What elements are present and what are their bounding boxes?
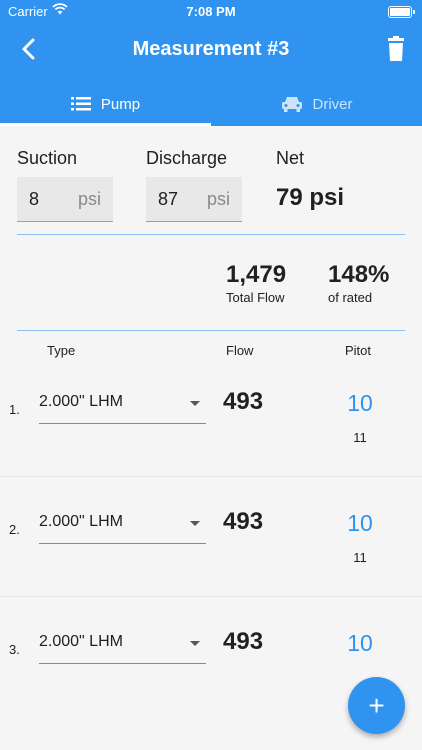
flow-value: 493 bbox=[223, 388, 264, 415]
tab-driver[interactable]: Driver bbox=[211, 82, 422, 126]
dropdown-arrow-icon bbox=[190, 641, 200, 646]
percent-rated-value: 148% bbox=[328, 261, 390, 288]
divider bbox=[17, 330, 405, 331]
type-select[interactable]: 2.000" LHM bbox=[39, 387, 206, 424]
row-index: 3. bbox=[9, 642, 20, 657]
discharge-unit: psi bbox=[206, 189, 230, 209]
plus-icon: + bbox=[368, 690, 385, 721]
suction-value: 8 bbox=[29, 189, 40, 209]
total-flow-value: 1,479 bbox=[226, 261, 287, 288]
list-item: 1. 2.000" LHM 493 10 11 bbox=[0, 360, 422, 480]
row-index: 2. bbox=[9, 522, 20, 537]
row-divider bbox=[0, 476, 422, 477]
tab-pump[interactable]: Pump bbox=[0, 82, 211, 126]
suction-field[interactable]: 8 psi bbox=[17, 177, 113, 222]
pitot-subvalue: 11 bbox=[353, 550, 367, 565]
suction-label: Suction bbox=[17, 148, 78, 168]
app-header: Carrier 7:08 PM Measurement #3 Pump Driv… bbox=[0, 0, 422, 126]
dropdown-arrow-icon bbox=[190, 401, 200, 406]
add-nozzle-button[interactable]: + bbox=[348, 677, 405, 734]
net-label: Net bbox=[276, 148, 305, 168]
type-select[interactable]: 2.000" LHM bbox=[39, 507, 206, 544]
column-header-flow: Flow bbox=[226, 343, 254, 358]
tab-pump-label: Pump bbox=[100, 95, 141, 113]
suction-unit: psi bbox=[77, 189, 101, 209]
status-bar: Carrier 7:08 PM bbox=[0, 0, 422, 24]
status-time: 7:08 PM bbox=[186, 4, 236, 19]
type-select[interactable]: 2.000" LHM bbox=[39, 627, 206, 664]
pitot-subvalue: 11 bbox=[353, 430, 367, 445]
discharge-value: 87 bbox=[158, 189, 179, 209]
pitot-value[interactable]: 10 bbox=[330, 510, 390, 537]
dropdown-arrow-icon bbox=[190, 521, 200, 526]
column-header-type: Type bbox=[47, 343, 76, 358]
page-title: Measurement #3 bbox=[132, 38, 290, 60]
divider bbox=[17, 234, 405, 235]
column-header-pitot: Pitot bbox=[345, 343, 372, 358]
battery-icon bbox=[388, 6, 415, 18]
flow-value: 493 bbox=[223, 628, 264, 655]
car-icon bbox=[281, 97, 302, 112]
discharge-field[interactable]: 87 psi bbox=[146, 177, 242, 222]
list-icon bbox=[70, 97, 91, 111]
trash-icon[interactable] bbox=[384, 36, 408, 62]
percent-rated-label: of rated bbox=[328, 290, 373, 305]
pitot-value[interactable]: 10 bbox=[330, 630, 390, 657]
type-select-value: 2.000" LHM bbox=[39, 633, 123, 650]
discharge-label: Discharge bbox=[146, 148, 228, 168]
pitot-value[interactable]: 10 bbox=[330, 390, 390, 417]
net-value: 79 psi bbox=[276, 184, 345, 211]
row-divider bbox=[0, 596, 422, 597]
type-select-value: 2.000" LHM bbox=[39, 513, 123, 530]
tab-driver-label: Driver bbox=[312, 95, 353, 113]
list-item: 2. 2.000" LHM 493 10 11 bbox=[0, 480, 422, 600]
row-index: 1. bbox=[9, 402, 20, 417]
type-select-value: 2.000" LHM bbox=[39, 393, 123, 410]
tab-indicator bbox=[0, 123, 211, 126]
flow-value: 493 bbox=[223, 508, 264, 535]
total-flow-label: Total Flow bbox=[226, 290, 285, 305]
